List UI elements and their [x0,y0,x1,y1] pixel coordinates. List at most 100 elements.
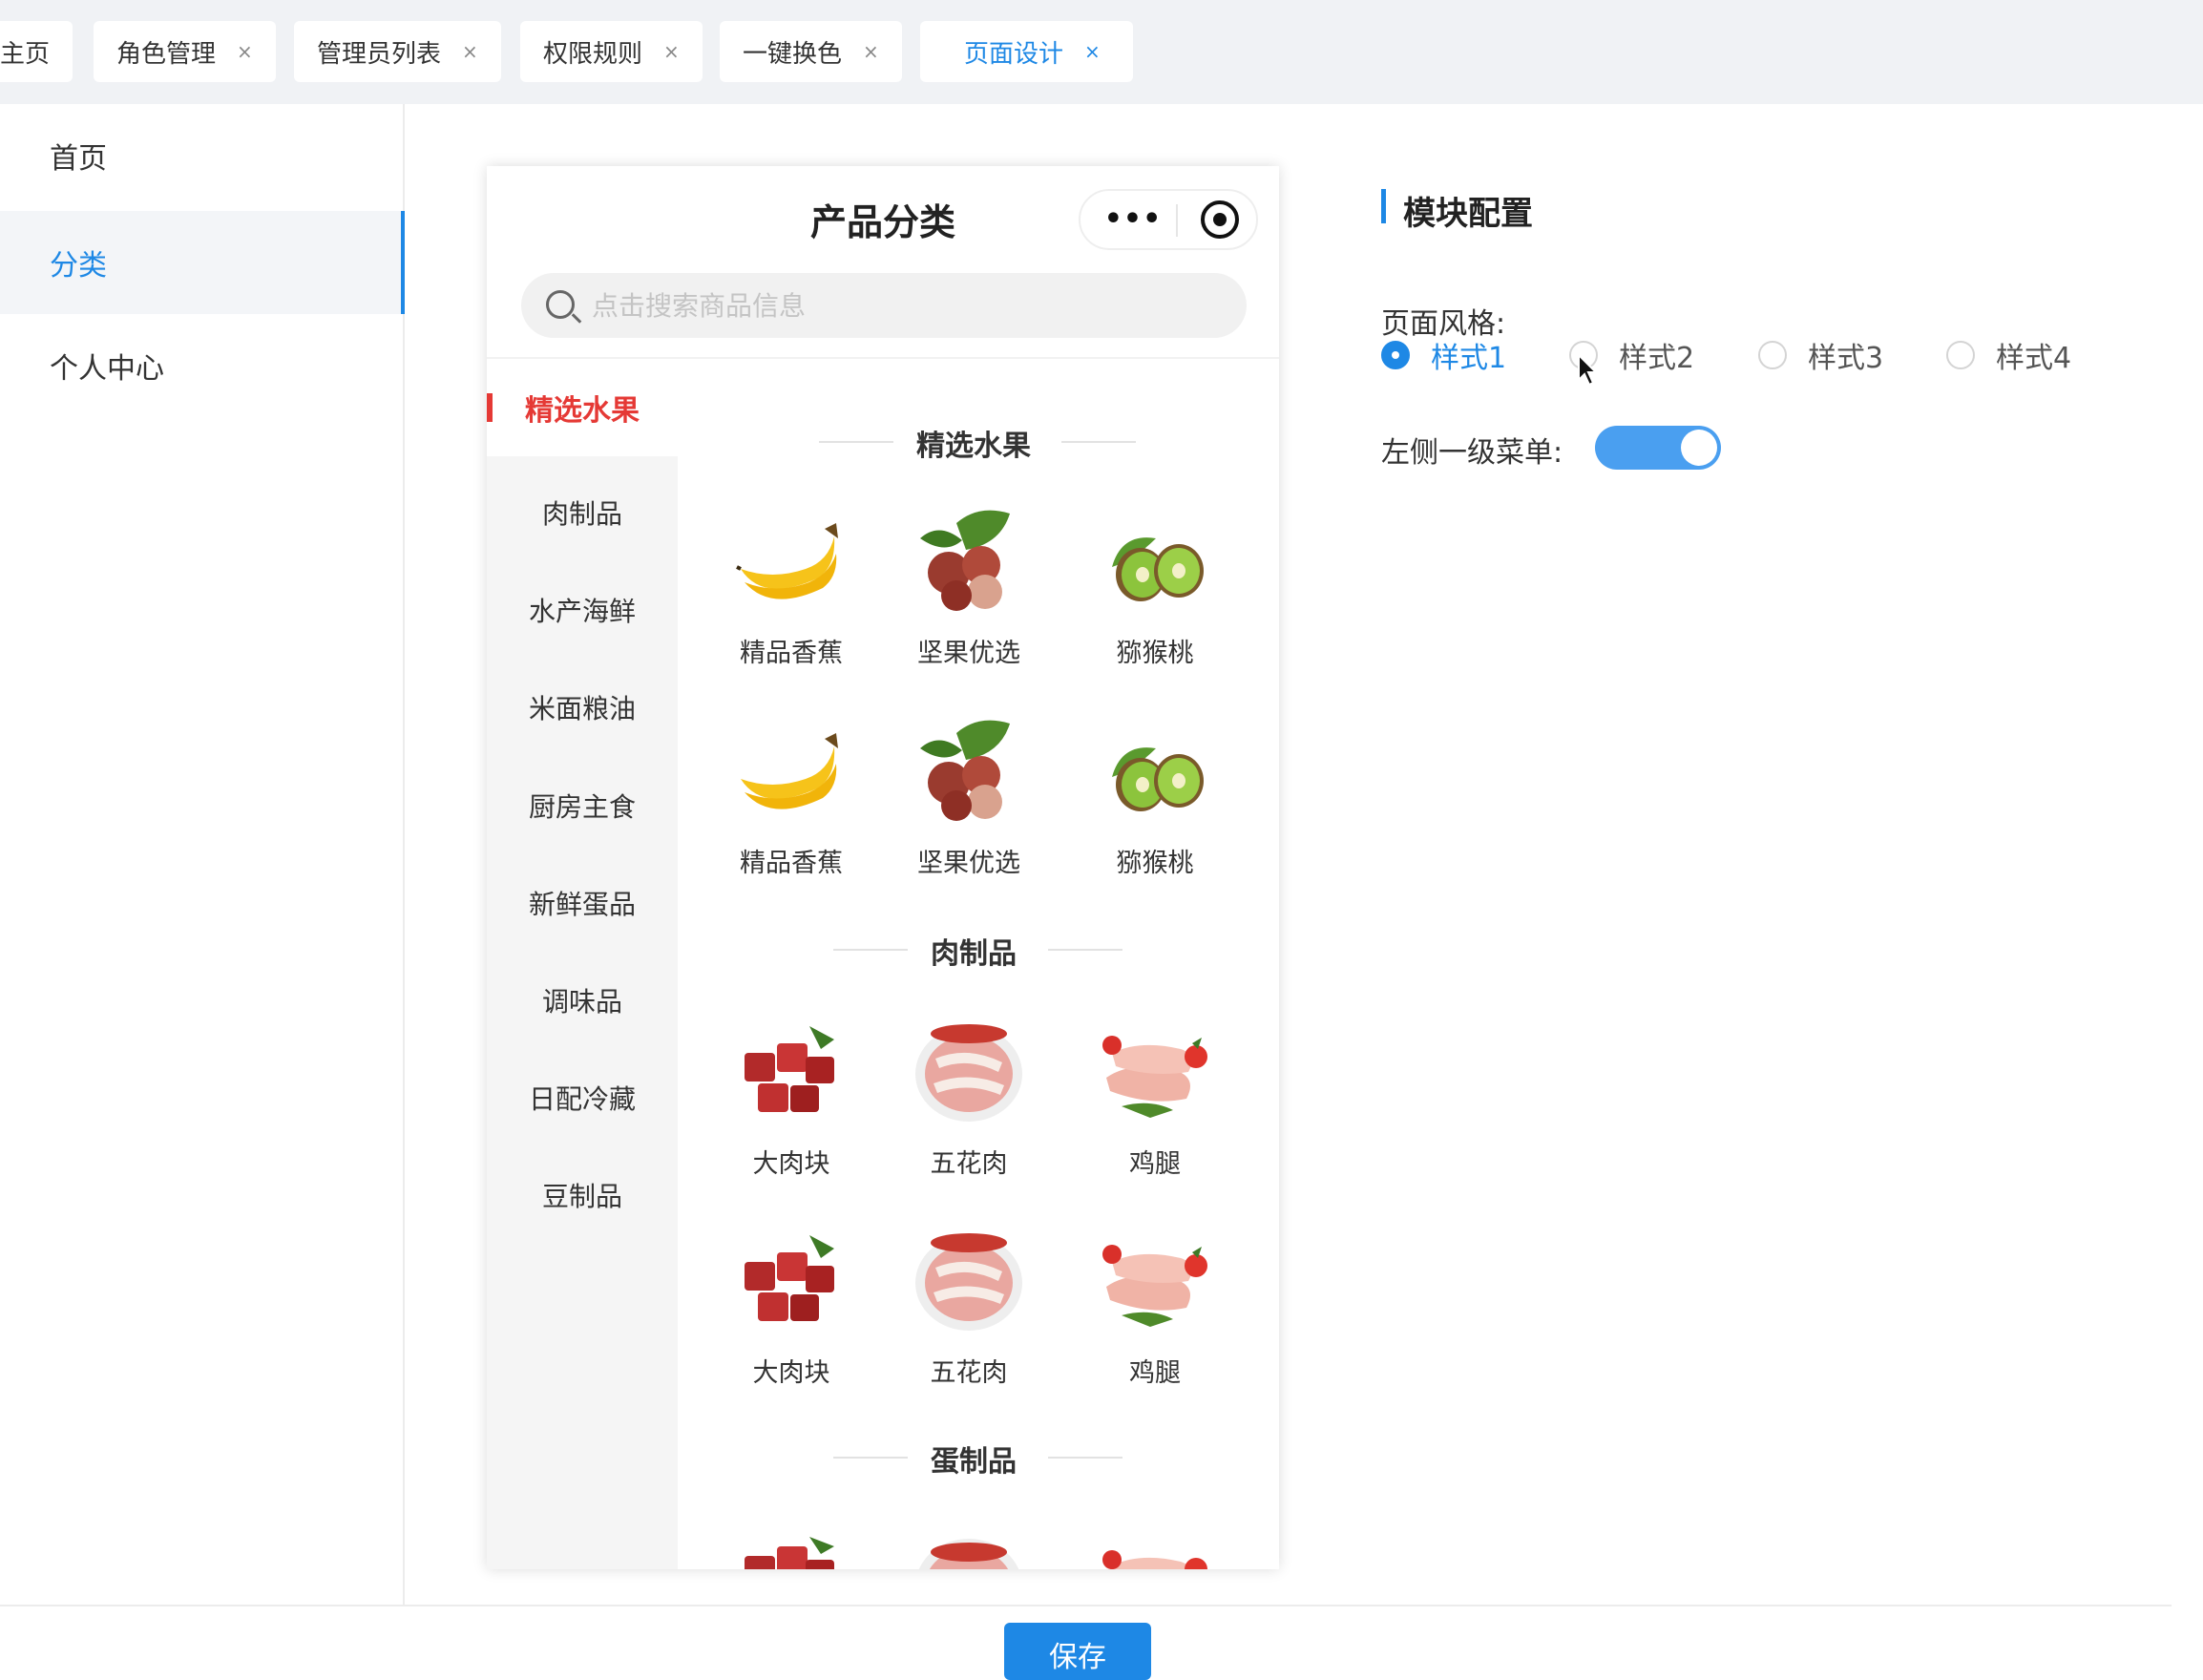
banana-image [736,523,838,599]
sidebar-item-category[interactable]: 分类 [0,211,405,314]
section-divider [1061,441,1136,443]
radio-dot[interactable] [1381,341,1410,369]
tab-label: 权限规则 [543,39,643,69]
tab-page-design[interactable]: 页面设计 × [920,21,1133,82]
category-item[interactable]: 厨房主食 [487,757,678,854]
meat-cubes-image [745,1026,834,1112]
category-item[interactable]: 米面粮油 [487,659,678,756]
tab-role-management[interactable]: 角色管理 × [94,21,276,82]
tab-label: 管理员列表 [317,39,442,69]
category-item[interactable]: 调味品 [487,952,678,1049]
product-name: 大肉块 [752,1358,830,1388]
category-item[interactable]: 精选水果 [487,359,678,456]
product-item[interactable]: 鸡腿 [1074,1220,1236,1411]
product-name: 鸡腿 [1129,1149,1181,1179]
nut-image [920,510,1010,611]
meat-cubes-image [745,1537,834,1569]
category-list: 精选水果 肉制品 水产海鲜 米面粮油 厨房主食 新鲜蛋品 调味品 日配冷藏 豆制… [487,359,678,1569]
sidebar-item-user-center[interactable]: 个人中心 [0,314,405,417]
footer-divider [0,1605,2172,1606]
radio-dot[interactable] [1758,341,1787,369]
save-button[interactable]: 保存 [1004,1623,1151,1680]
product-item[interactable]: 大肉块 [710,1011,872,1202]
radio-style-1[interactable]: 样式1 [1381,334,1506,376]
sidebar-item-label: 个人中心 [50,352,164,386]
product-item[interactable]: 猕猴桃 [1074,500,1236,691]
category-item[interactable]: 肉制品 [487,464,678,561]
banana-image [741,733,838,809]
config-title: 模块配置 [1403,195,1533,233]
product-item[interactable]: 鸡腿 [1074,1011,1236,1202]
close-icon[interactable]: × [863,40,879,63]
product-item[interactable]: 猕猴桃 [1074,710,1236,901]
pork-belly-image [915,1024,1022,1122]
product-name: 猕猴桃 [1116,639,1194,668]
sidebar-item-home[interactable]: 首页 [0,104,405,207]
radio-style-3[interactable]: 样式3 [1758,334,1883,376]
search-input[interactable] [592,283,1222,328]
product-item[interactable]: 大肉块 [710,1220,872,1411]
section-divider [1048,1457,1122,1459]
category-item[interactable]: 豆制品 [487,1146,678,1244]
pork-belly-image [915,1233,1022,1331]
product-item[interactable]: 五花肉 [888,1220,1050,1411]
more-icon[interactable]: ••• [1100,202,1166,237]
tab-permission-rules[interactable]: 权限规则 × [520,21,703,82]
chicken-leg-image [1102,1550,1207,1569]
radio-label: 样式3 [1808,342,1884,375]
category-item[interactable]: 日配冷藏 [487,1049,678,1146]
product-name: 五花肉 [930,1358,1008,1388]
sidebar: 首页 分类 个人中心 [0,104,405,1605]
section-title: 精选水果 [916,430,1031,463]
close-circle-icon[interactable] [1201,200,1239,239]
tab-label: 主页 [0,39,51,69]
category-item[interactable]: 水产海鲜 [487,561,678,659]
close-icon[interactable]: × [663,40,680,63]
product-name: 五花肉 [930,1149,1008,1179]
tab-home[interactable]: 主页 [0,21,73,82]
section-title: 肉制品 [931,937,1017,971]
tab-label: 一键换色 [743,39,843,69]
phone-preview: 产品分类 ••• 精选水果 肉制品 水产海鲜 米面粮油 厨房主食 新鲜蛋品 调味… [487,166,1279,1569]
sidebar-item-label: 分类 [50,249,107,283]
close-icon[interactable]: × [237,40,253,63]
tab-label: 角色管理 [116,39,217,69]
close-icon[interactable]: × [462,40,478,63]
product-item[interactable]: 坚果优选 [888,500,1050,691]
section-divider [1048,949,1122,951]
tab-theme-switch[interactable]: 一键换色 × [720,21,902,82]
tab-admin-list[interactable]: 管理员列表 × [294,21,501,82]
left-menu-toggle[interactable] [1595,426,1721,470]
product-name: 坚果优选 [917,849,1020,878]
radio-label: 样式2 [1619,342,1695,375]
product-item[interactable]: 坚果优选 [888,710,1050,901]
product-name: 精品香蕉 [740,849,843,878]
category-item[interactable]: 新鲜蛋品 [487,854,678,952]
product-item[interactable]: 精品香蕉 [710,710,872,901]
product-name: 精品香蕉 [740,639,843,668]
radio-label: 样式1 [1431,342,1507,375]
kiwi-image [1112,537,1204,601]
product-name: 猕猴桃 [1116,849,1194,878]
chicken-leg-image [1102,1245,1207,1327]
miniapp-capsule: ••• [1079,189,1258,250]
close-icon[interactable]: × [1084,40,1101,63]
product-name: 坚果优选 [917,639,1020,668]
search-icon [546,290,575,319]
kiwi-image [1112,747,1204,811]
radio-style-4[interactable]: 样式4 [1946,334,2071,376]
radio-dot[interactable] [1946,341,1975,369]
tab-bar: 主页 角色管理 × 管理员列表 × 权限规则 × 一键换色 × 页面设计 × [0,0,2203,104]
left-menu-label: 左侧一级菜单: [1381,436,1563,470]
search-bar [521,273,1247,338]
sidebar-item-label: 首页 [50,142,107,176]
product-item[interactable]: 精品香蕉 [710,500,872,691]
mouse-cursor-icon [1578,353,1599,387]
product-name: 大肉块 [752,1149,830,1179]
radio-label: 样式4 [1996,342,2072,375]
product-name: 鸡腿 [1129,1358,1181,1388]
pork-belly-image [918,1539,1019,1569]
chicken-leg-image [1102,1036,1207,1118]
product-item[interactable]: 五花肉 [888,1011,1050,1202]
nut-image [920,720,1010,821]
